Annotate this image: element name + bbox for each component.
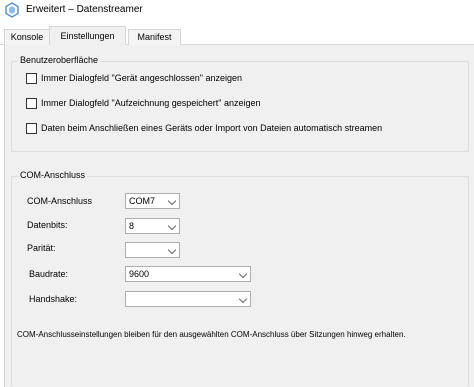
checkbox-label: Immer Dialogfeld "Gerät angeschlossen" a… [41,73,242,83]
com-group-title: COM-Anschluss [18,170,88,180]
baudrate-select[interactable]: 9600 [125,266,251,282]
handshake-select[interactable] [125,291,251,307]
tab-manifest[interactable]: Manifest [128,29,181,45]
com-port-value: COM7 [129,196,156,206]
window-title: Erweitert – Datenstreamer [26,4,143,15]
tab-konsole[interactable]: Konsole [4,29,50,45]
handshake-label: Handshake: [29,294,78,304]
com-persistence-note: COM-Anschlusseinstellungen bleiben für d… [17,330,406,339]
checkbox-label: Immer Dialogfeld "Aufzeichnung gespeiche… [41,98,261,108]
device-connected-checkbox[interactable] [26,73,37,84]
tab-einstellungen[interactable]: Einstellungen [49,26,126,46]
parity-select[interactable] [125,242,180,258]
recording-saved-checkbox[interactable] [26,98,37,109]
ui-group-title: Benutzeroberfläche [18,55,101,65]
chevron-down-icon [167,221,177,231]
ui-settings-group: Benutzeroberfläche Immer Dialogfeld "Ger… [11,55,469,152]
chevron-down-icon [167,196,177,206]
databits-value: 8 [129,221,135,231]
baudrate-value: 9600 [129,269,150,279]
com-port-label: COM-Anschluss [27,196,93,206]
com-port-select[interactable]: COM7 [125,193,180,209]
databits-label: Datenbits: [27,220,68,230]
title-bar: Erweitert – Datenstreamer [0,0,474,20]
tab-strip: Konsole Einstellungen Manifest [0,26,474,46]
auto-stream-checkbox[interactable] [26,123,37,134]
com-settings-group: COM-Anschluss COM-Anschluss COM7 Datenbi… [11,170,469,387]
chevron-down-icon [167,245,177,255]
checkbox-label: Daten beim Anschließen eines Geräts oder… [41,123,383,133]
databits-select[interactable]: 8 [125,218,180,234]
app-logo-icon [5,2,19,18]
baudrate-label: Baudrate: [29,269,69,279]
chevron-down-icon [238,269,248,279]
parity-label: Parität: [27,243,56,253]
chevron-down-icon [238,294,248,304]
